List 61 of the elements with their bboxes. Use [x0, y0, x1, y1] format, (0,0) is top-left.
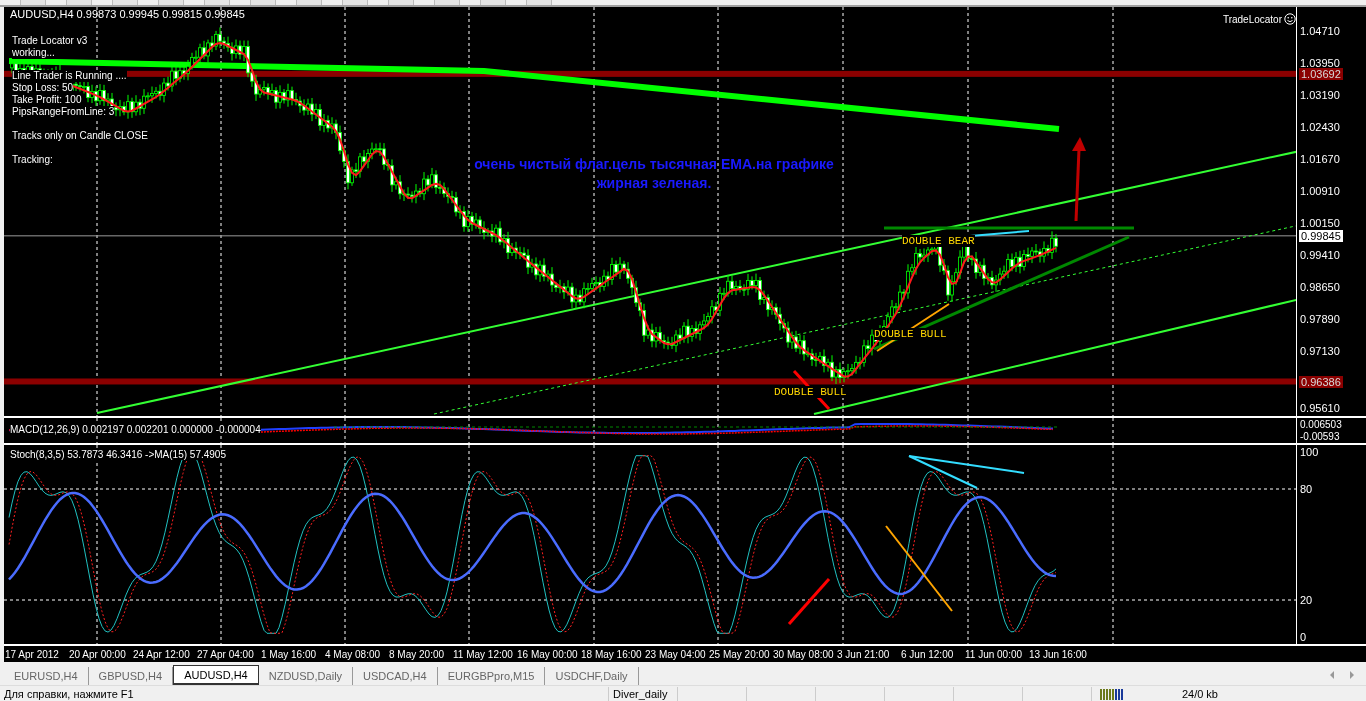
price-tick-label: 0.98650	[1300, 280, 1340, 293]
price-tick-label: 1.01670	[1300, 153, 1340, 166]
divergence-line	[787, 578, 831, 626]
indicator-info-text: Tracking:	[12, 154, 53, 167]
indicator-info-text: Line Trader is Running ....	[12, 70, 127, 83]
arrow-up-icon	[1072, 137, 1086, 222]
time-tick-label: 25 May 20:00	[709, 648, 771, 660]
price-marker-label: 0.99845	[1299, 230, 1343, 243]
time-tick-label: 17 Apr 2012	[5, 648, 60, 660]
pattern-label: DOUBLE BEAR	[902, 235, 975, 248]
time-tick-label: 27 Apr 04:00	[197, 648, 255, 660]
price-tick-label: 1.00910	[1300, 185, 1340, 198]
pattern-label: DOUBLE BULL	[774, 386, 847, 399]
annotation-text: очень чистый флаг.цель тысячная EMA.на графике жирная зеленая.	[474, 155, 834, 194]
price-tick-label: 1.02430	[1300, 121, 1340, 134]
status-help-text: Для справки, нажмите F1	[0, 686, 609, 701]
indicator-info-text: PipsRangeFromLine: 3	[12, 106, 115, 119]
macd-tick-label: -0.00593	[1300, 431, 1340, 443]
stochastic-label: Stoch(8,3,5) 53.7873 46.3416 ->MA(15) 57.4905	[10, 449, 226, 461]
price-tick-label: 0.97130	[1300, 344, 1340, 357]
price-tick-label: 1.03950	[1300, 57, 1340, 70]
expert-name: TradeLocator	[1222, 13, 1282, 25]
time-tick-label: 16 May 00:00	[517, 648, 579, 660]
pattern-label: DOUBLE BULL	[874, 328, 947, 341]
price-tick-label: 0.97890	[1300, 312, 1340, 325]
time-tick-label: 11 Jun 00:00	[965, 648, 1024, 660]
chart-tab[interactable]: AUDUSD,H4	[173, 665, 259, 686]
scroll-right-icon[interactable]	[1348, 670, 1356, 681]
chart-title: AUDUSD,H4 0.99873 0.99945 0.99815 0.99845	[10, 8, 245, 21]
stochastic-tick-label: 0	[1300, 631, 1307, 644]
stochastic-tick-label: 20	[1300, 594, 1313, 607]
price-tick-label: 0.99410	[1300, 248, 1340, 261]
time-tick-label: 8 May 20:00	[389, 648, 446, 660]
price-tick-label: 0.95610	[1300, 402, 1340, 415]
time-tick-label: 20 Apr 00:00	[69, 648, 127, 660]
scroll-left-icon[interactable]	[1328, 670, 1336, 681]
time-tick-label: 13 Jun 16:00	[1029, 648, 1088, 660]
time-tick-label: 18 May 16:00	[581, 648, 643, 660]
price-tick-label: 1.00150	[1300, 217, 1340, 230]
stochastic-tick-label: 80	[1300, 483, 1313, 496]
time-tick-label: 4 May 08:00	[325, 648, 382, 660]
price-tick-label: 1.04710	[1300, 25, 1340, 38]
indicator-info-text: Stop Loss: 50	[12, 82, 74, 95]
stochastic-tick-label: 100	[1300, 446, 1319, 459]
time-tick-label: 11 May 12:00	[453, 648, 514, 660]
traffic-text: 24/0 kb	[1180, 686, 1219, 701]
macd-label: MACD(12,26,9) 0.002197 0.002201 0.000000 -0.000004	[10, 424, 261, 437]
price-marker-label: 0.96386	[1299, 375, 1343, 388]
macd-tick-label: 0.006503	[1300, 419, 1342, 431]
time-tick-label: 1 May 16:00	[261, 648, 318, 660]
time-tick-label: 23 May 04:00	[645, 648, 707, 660]
indicator-info-text: Tracks only on Candle CLOSE	[12, 130, 148, 143]
time-tick-label: 6 Jun 12:00	[901, 648, 955, 660]
time-tick-label: 3 Jun 21:00	[837, 648, 891, 660]
connection-bars-icon	[1100, 687, 1126, 700]
price-marker-label: 1.03692	[1299, 68, 1343, 81]
time-tick-label: 30 May 08:00	[773, 648, 835, 660]
profile-name: Diver_daily	[609, 686, 678, 701]
price-tick-label: 1.03190	[1300, 89, 1340, 102]
indicator-info-text: working...	[12, 47, 55, 60]
time-tick-label: 24 Apr 12:00	[133, 648, 191, 660]
